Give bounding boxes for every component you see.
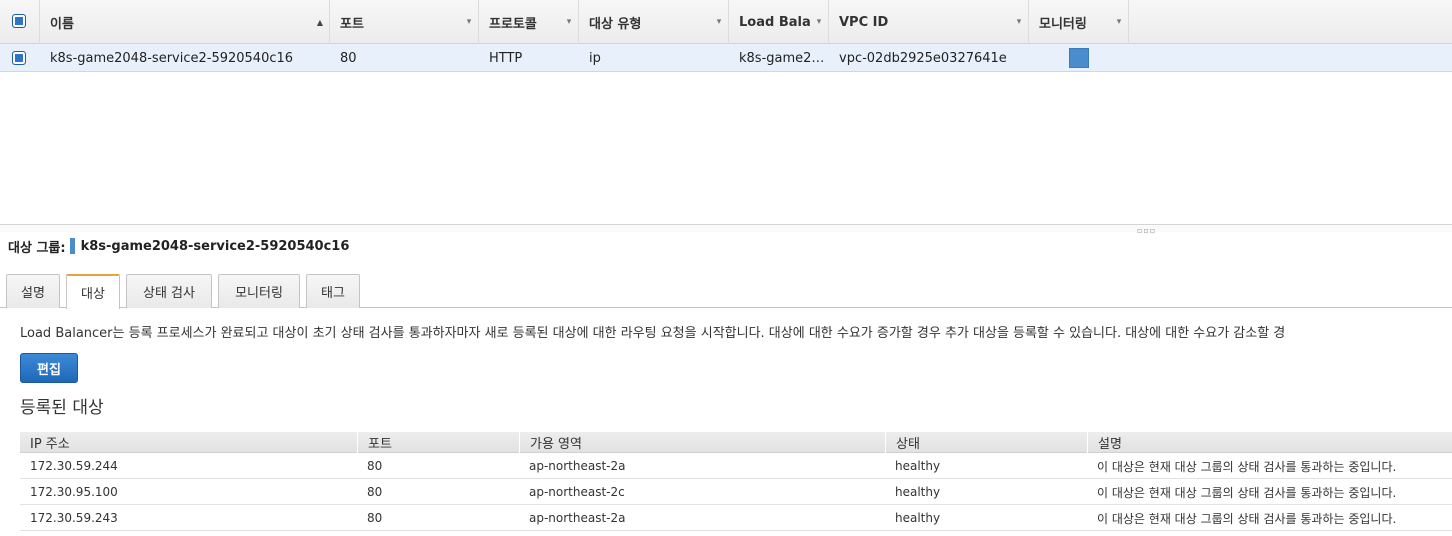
table-row[interactable]: 172.30.95.100 80 ap-northeast-2c healthy… (20, 479, 1452, 505)
chevron-down-icon[interactable]: ▾ (1110, 17, 1128, 27)
cell-zone: ap-northeast-2a (529, 511, 626, 525)
column-header-load-balancer[interactable]: Load Balancer ▾ (729, 0, 829, 44)
registered-targets-heading: 등록된 대상 (20, 398, 104, 418)
cell-port: 80 (367, 459, 383, 473)
header-description[interactable]: 설명 (1087, 432, 1452, 453)
edit-button[interactable]: 편집 (20, 353, 78, 383)
tab-description[interactable]: 설명 (6, 274, 60, 308)
cell-description: 이 대상은 현재 대상 그룹의 상태 검사를 통과하는 중입니다. (1097, 485, 1397, 500)
cell-vpc-id[interactable]: vpc-02db2925e0327641e (839, 44, 1029, 72)
detail-tabs: 설명 대상 상태 검사 모니터링 태그 (0, 274, 1452, 309)
cell-protocol: HTTP (489, 50, 523, 66)
chevron-down-icon[interactable]: ▾ (710, 17, 728, 27)
column-label: 대상 유형 (589, 16, 642, 32)
cell-ip: 172.30.59.244 (30, 459, 118, 473)
cell-name: k8s-game2048-service2-5920540c16 (50, 50, 294, 66)
column-header-port[interactable]: 포트 ▾ (330, 0, 479, 44)
chevron-down-icon[interactable]: ▾ (460, 17, 478, 27)
column-header-name[interactable]: 이름 ▲ (40, 0, 330, 44)
table-row[interactable]: 172.30.59.243 80 ap-northeast-2a healthy… (20, 505, 1452, 531)
header-ip-address[interactable]: IP 주소 (20, 432, 357, 453)
column-label: 포트 (340, 16, 364, 32)
column-label: 이름 (50, 16, 74, 32)
monitoring-chart-icon[interactable] (1069, 48, 1089, 68)
pane-splitter[interactable]: ▫▫▫ (0, 224, 1452, 235)
header-port[interactable]: 포트 (357, 432, 519, 453)
cell-status: healthy (895, 485, 941, 499)
cell-port: 80 (367, 485, 383, 499)
column-header-monitoring[interactable]: 모니터링 ▾ (1029, 0, 1129, 44)
cell-port: 80 (340, 50, 357, 66)
header-availability-zone[interactable]: 가용 영역 (519, 432, 885, 453)
target-group-title: 대상 그룹: k8s-game2048-service2-5920540c16 (8, 236, 349, 256)
cell-port: 80 (367, 511, 383, 525)
table-header: IP 주소 포트 가용 영역 상태 설명 (20, 432, 1452, 453)
cell-status: healthy (895, 511, 941, 525)
tab-monitoring[interactable]: 모니터링 (218, 274, 300, 308)
drag-handle-icon[interactable]: ▫▫▫ (1137, 227, 1156, 235)
column-label: Load Balancer (739, 14, 810, 30)
chevron-down-icon[interactable]: ▾ (560, 17, 578, 27)
cell-description: 이 대상은 현재 대상 그룹의 상태 검사를 통과하는 중입니다. (1097, 511, 1397, 526)
cell-target-type: ip (589, 50, 601, 66)
select-all-checkbox[interactable] (12, 14, 26, 28)
table-row[interactable]: k8s-game2048-service2-5920540c16 80 HTTP… (0, 44, 1452, 72)
column-label: 모니터링 (1039, 16, 1087, 32)
tab-targets[interactable]: 대상 (66, 274, 120, 309)
target-group-name: k8s-game2048-service2-5920540c16 (80, 238, 350, 254)
cell-ip: 172.30.95.100 (30, 485, 118, 499)
select-all-column[interactable] (0, 0, 40, 44)
column-header-vpc-id[interactable]: VPC ID ▾ (829, 0, 1029, 44)
targets-description: Load Balancer는 등록 프로세스가 완료되고 대상이 초기 상태 검… (20, 326, 1286, 341)
chevron-down-icon[interactable]: ▾ (810, 17, 828, 27)
column-header-protocol[interactable]: 프로토콜 ▾ (479, 0, 579, 44)
grid-header: 이름 ▲ 포트 ▾ 프로토콜 ▾ 대상 유형 ▾ Load Balancer ▾… (0, 0, 1452, 44)
cell-status: healthy (895, 459, 941, 473)
cell-load-balancer[interactable]: k8s-game2… (739, 44, 829, 72)
chevron-down-icon[interactable]: ▾ (1010, 17, 1028, 27)
target-group-label: 대상 그룹: (8, 240, 66, 256)
cell-zone: ap-northeast-2a (529, 459, 626, 473)
column-label: 프로토콜 (489, 16, 537, 32)
column-label: VPC ID (839, 14, 889, 30)
tab-tags[interactable]: 태그 (306, 274, 360, 308)
cell-ip: 172.30.59.243 (30, 511, 118, 525)
column-header-target-type[interactable]: 대상 유형 ▾ (579, 0, 729, 44)
header-status[interactable]: 상태 (885, 432, 1087, 453)
cell-zone: ap-northeast-2c (529, 485, 625, 499)
tab-health-checks[interactable]: 상태 검사 (126, 274, 212, 308)
sort-asc-icon[interactable]: ▲ (311, 18, 329, 27)
row-checkbox[interactable] (12, 51, 26, 65)
registered-targets-table: IP 주소 포트 가용 영역 상태 설명 172.30.59.244 80 ap… (20, 432, 1452, 531)
cell-description: 이 대상은 현재 대상 그룹의 상태 검사를 통과하는 중입니다. (1097, 459, 1397, 474)
target-group-color-icon (69, 238, 75, 254)
table-row[interactable]: 172.30.59.244 80 ap-northeast-2a healthy… (20, 453, 1452, 479)
